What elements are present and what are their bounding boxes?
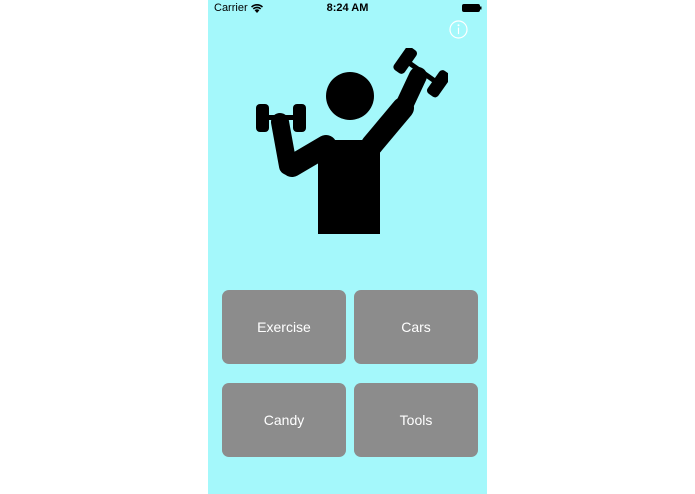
info-icon[interactable] xyxy=(449,20,468,39)
status-time: 8:24 AM xyxy=(326,2,369,14)
status-bar: Carrier 8:24 AM xyxy=(208,0,487,16)
candy-button[interactable]: Candy xyxy=(222,383,346,457)
weightlifter-icon xyxy=(256,48,448,234)
tools-button-label: Tools xyxy=(399,412,433,428)
cars-button[interactable]: Cars xyxy=(354,290,478,364)
exercise-button[interactable]: Exercise xyxy=(222,290,346,364)
cars-button-label: Cars xyxy=(401,319,431,335)
app-screen: Carrier 8:24 AM Exercise Cars Candy Tool… xyxy=(208,0,487,494)
tools-button[interactable]: Tools xyxy=(354,383,478,457)
exercise-button-label: Exercise xyxy=(257,319,311,335)
battery-icon xyxy=(462,4,482,12)
candy-button-label: Candy xyxy=(263,412,305,428)
